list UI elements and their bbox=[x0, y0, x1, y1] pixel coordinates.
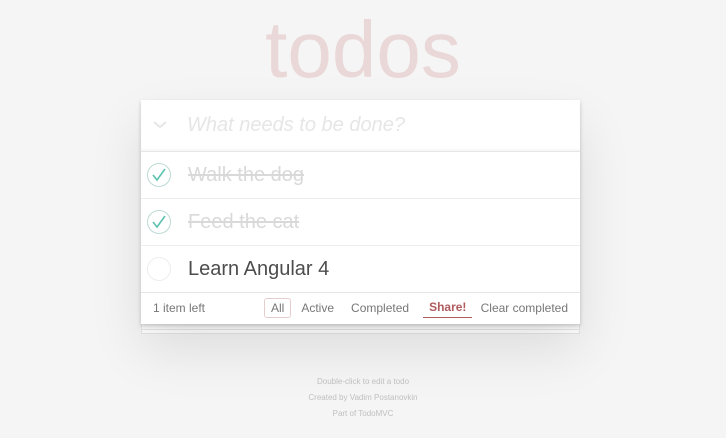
toggle-all-chevron-down-icon[interactable] bbox=[149, 114, 171, 136]
todo-count: 1 item left bbox=[153, 301, 206, 315]
todo-toggle-checkbox[interactable] bbox=[147, 210, 171, 234]
todo-item[interactable]: Walk the dog bbox=[141, 152, 580, 199]
todo-page: todos Walk the dog bbox=[0, 0, 726, 438]
todo-label[interactable]: Feed the cat bbox=[188, 199, 299, 245]
check-icon bbox=[152, 215, 166, 229]
check-icon bbox=[152, 168, 166, 182]
filter-completed[interactable]: Completed bbox=[344, 298, 416, 318]
new-todo-input[interactable] bbox=[187, 108, 567, 142]
share-link[interactable]: Share! bbox=[423, 299, 473, 318]
todo-toggle-checkbox[interactable] bbox=[147, 257, 171, 281]
todo-label[interactable]: Walk the dog bbox=[188, 152, 304, 198]
info-author: Created by Vadim Postanovkin bbox=[308, 393, 418, 402]
filter-all[interactable]: All bbox=[264, 298, 292, 318]
todo-app: Walk the dog Feed the cat Learn Angular … bbox=[141, 100, 580, 324]
filter-active[interactable]: Active bbox=[294, 298, 341, 318]
info-todomvc: Part of TodoMVC bbox=[332, 409, 394, 418]
app-title: todos bbox=[265, 5, 461, 94]
todo-item[interactable]: Feed the cat bbox=[141, 199, 580, 246]
header bbox=[141, 100, 580, 152]
clear-completed-button[interactable]: Clear completed bbox=[481, 301, 568, 315]
todo-label[interactable]: Learn Angular 4 bbox=[188, 246, 329, 292]
todo-list: Walk the dog Feed the cat Learn Angular … bbox=[141, 152, 580, 292]
info-edit-hint: Double-click to edit a todo bbox=[316, 377, 410, 386]
filters: All Active Completed Share! bbox=[264, 298, 473, 318]
todo-toggle-checkbox[interactable] bbox=[147, 163, 171, 187]
info-footer: Double-click to edit a todo Created by V… bbox=[0, 374, 726, 422]
todo-item[interactable]: Learn Angular 4 bbox=[141, 246, 580, 292]
footer: 1 item left All Active Completed Share! … bbox=[141, 292, 580, 324]
